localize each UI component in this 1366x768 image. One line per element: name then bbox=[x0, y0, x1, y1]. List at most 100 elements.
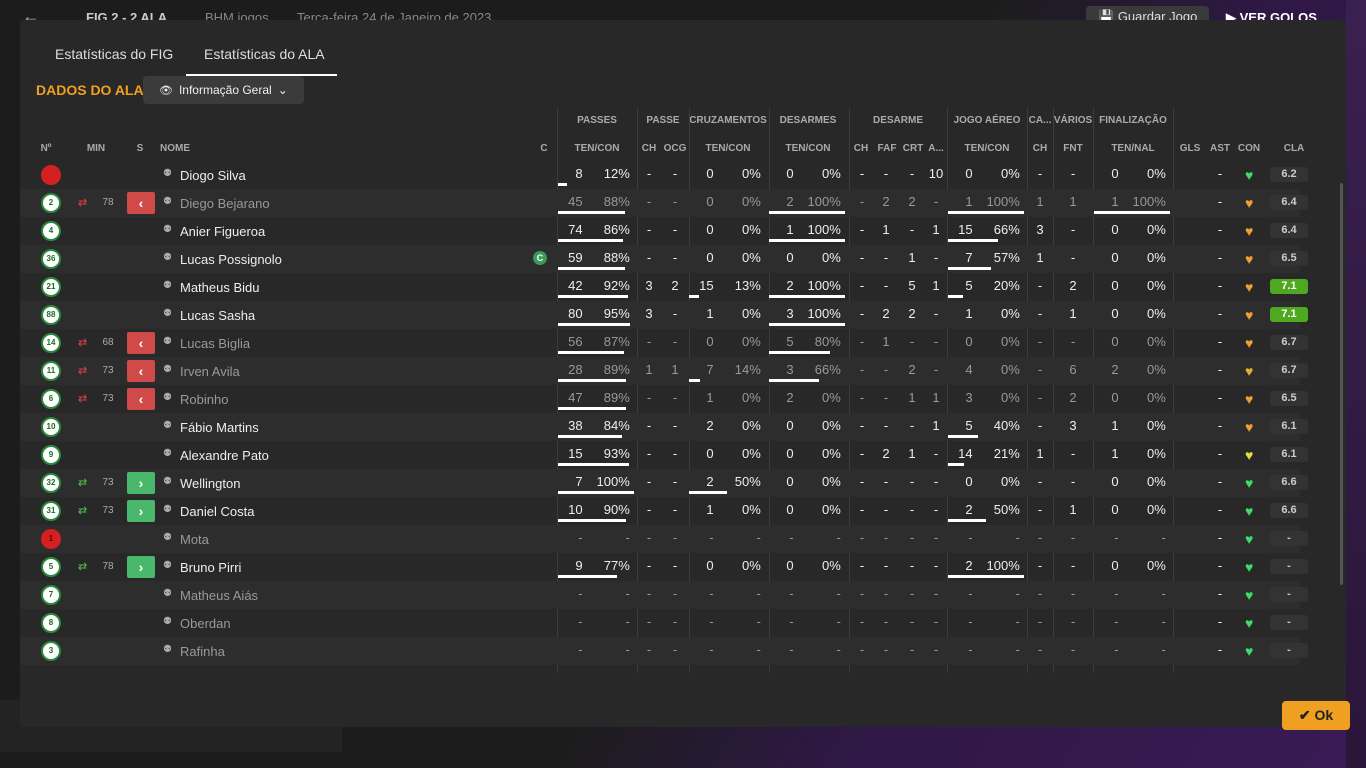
sub-in-icon: ⇄ bbox=[78, 505, 88, 517]
chevron-right-icon[interactable]: › bbox=[127, 556, 155, 578]
stat-cz-percent: 0% bbox=[742, 334, 761, 349]
player-name[interactable]: Lucas Biglia bbox=[180, 336, 250, 351]
stat-de-2: - bbox=[909, 614, 915, 629]
stat-cz-attempts: 2 bbox=[706, 418, 714, 433]
stat-pc-ch: 1 bbox=[645, 362, 653, 377]
stat-de-0: - bbox=[859, 642, 865, 657]
column-header-passes-tc[interactable]: TEN/CON bbox=[557, 143, 637, 154]
scrollbar[interactable] bbox=[1340, 183, 1343, 585]
stat-de-0: - bbox=[859, 166, 865, 181]
player-name[interactable]: Irven Avila bbox=[180, 364, 240, 379]
table-row[interactable]: 10 ⚉ Fábio Martins 38 84% - - 2 0% 0 0% - - - 1 5 40% - 3 1… bbox=[20, 413, 1308, 441]
table-row[interactable]: 32 ⇄ 73 › ⚉ Wellington 7 100% - - 2 50% 0 0% - - - - 0 0% - -… bbox=[20, 469, 1308, 497]
stat-pc-ch: - bbox=[646, 334, 652, 349]
stat-fn-percent: 0% bbox=[1147, 278, 1166, 293]
column-header-c[interactable]: C bbox=[537, 143, 551, 154]
column-header-ast[interactable]: AST bbox=[1208, 143, 1232, 154]
player-name[interactable]: Fábio Martins bbox=[180, 420, 259, 435]
table-row[interactable]: 36 ⚉ Lucas Possignolo C 59 88% - - 0 0% 0 0% - - 1 - 7 57… bbox=[20, 245, 1308, 273]
column-header-cruz-tc[interactable]: TEN/CON bbox=[688, 143, 768, 154]
player-name[interactable]: Wellington bbox=[180, 476, 240, 491]
player-rating: 6.7 bbox=[1270, 363, 1308, 378]
player-name[interactable]: Mota bbox=[180, 532, 209, 547]
table-row[interactable]: 21 ⚉ Matheus Bidu 42 92% 3 2 15 13% 2 100% - -5 1 5 20%… bbox=[20, 273, 1308, 301]
table-row[interactable]: 1 ⚉ Mota - - - - - - - - - - - - - - - - - - - ♥ - bbox=[20, 525, 1308, 553]
stat-ae-attempts: 3 bbox=[965, 390, 973, 405]
chevron-left-icon[interactable]: ‹ bbox=[127, 192, 155, 214]
stat-de-1: - bbox=[883, 614, 889, 629]
column-header-fin-tn[interactable]: TEN/NAL bbox=[1093, 143, 1173, 154]
chevron-right-icon[interactable]: › bbox=[127, 500, 155, 522]
player-name[interactable]: Daniel Costa bbox=[180, 504, 254, 519]
condition-heart-icon: ♥ bbox=[1245, 391, 1254, 407]
stat-ds-percent: 0% bbox=[822, 250, 841, 265]
player-name[interactable]: Oberdan bbox=[180, 616, 231, 631]
condition-heart-icon: ♥ bbox=[1245, 251, 1254, 267]
table-row[interactable]: 9 ⚉ Alexandre Pato 15 93% - - 0 0% 0 0% - 2 1 - 14 21% 1 -… bbox=[20, 441, 1308, 469]
view-dropdown[interactable]: 👁 Informação Geral ⌄ bbox=[143, 76, 304, 104]
stat-ast: - bbox=[1217, 418, 1223, 433]
column-header-varios-fnt[interactable]: FNT bbox=[1055, 143, 1091, 154]
column-header-min[interactable]: MIN bbox=[84, 143, 108, 154]
stat-cz-attempts: 1 bbox=[706, 390, 714, 405]
sub-in-icon: ⇄ bbox=[78, 477, 88, 489]
table-row[interactable]: 2 ⇄ 78 ‹ ⚉ Diego Bejarano 45 88% - - 0 0% 2 100% - 2 2 - 1… bbox=[20, 189, 1308, 217]
table-row[interactable]: 31 ⇄ 73 › ⚉ Daniel Costa 10 90% - -1 0% 0 0% - - - -2 50%… bbox=[20, 497, 1308, 525]
table-row[interactable]: 11 ⇄ 73 ‹ ⚉ Irven Avila 28 89% 1 1 7 14% 3 66% - -2-4 0%… bbox=[20, 357, 1308, 385]
stat-de-2: 2 bbox=[908, 194, 916, 209]
table-row[interactable]: 3 ⚉ Rafinha - - - - - - - - - - - - - - - - - - - ♥ - bbox=[20, 637, 1308, 665]
chevron-left-icon[interactable]: ‹ bbox=[127, 360, 155, 382]
column-header-desarme-a[interactable]: A... bbox=[926, 143, 946, 154]
column-header-con[interactable]: CON bbox=[1235, 143, 1263, 154]
column-header-nome[interactable]: NOME bbox=[160, 143, 220, 154]
player-name[interactable]: Matheus Bidu bbox=[180, 280, 260, 295]
column-header-desarme-faf[interactable]: FAF bbox=[876, 143, 898, 154]
player-name[interactable]: Lucas Sasha bbox=[180, 308, 255, 323]
stat-cz-percent: 0% bbox=[742, 166, 761, 181]
column-header-desarme-ch[interactable]: CH bbox=[852, 143, 870, 154]
table-row[interactable]: ⚉ Diogo Silva 8 12% - -0 0% 0 0% - - -10 0 0% - -0 0% - ♥ 6… bbox=[20, 161, 1308, 189]
tab-fig-stats[interactable]: Estatísticas do FIG bbox=[55, 46, 175, 76]
column-header-passe-ocg[interactable]: OCG bbox=[663, 143, 687, 154]
column-header-passe-ch[interactable]: CH bbox=[639, 143, 659, 154]
stat-ast: - bbox=[1217, 278, 1223, 293]
table-row[interactable]: 7 ⚉ Matheus Aiás - - - - - - - - - - - - - - - - - - - ♥ - bbox=[20, 581, 1308, 609]
chevron-left-icon[interactable]: ‹ bbox=[127, 332, 155, 354]
player-name[interactable]: Diego Bejarano bbox=[180, 196, 270, 211]
stat-cz-percent: 0% bbox=[742, 502, 761, 517]
player-name[interactable]: Bruno Pirri bbox=[180, 560, 241, 575]
table-row[interactable]: 88 ⚉ Lucas Sasha 80 95% 3-1 0% 3 100% -2 2-1 0% -1 0 0… bbox=[20, 301, 1308, 329]
shirt-number-icon: 11 bbox=[41, 361, 61, 381]
column-header-s[interactable]: S bbox=[132, 143, 148, 154]
player-name[interactable]: Rafinha bbox=[180, 644, 225, 659]
stat-de-3: 1 bbox=[932, 390, 940, 405]
player-name[interactable]: Anier Figueroa bbox=[180, 224, 265, 239]
ok-button[interactable]: ✔ Ok bbox=[1282, 701, 1350, 730]
player-name[interactable]: Lucas Possignolo bbox=[180, 252, 282, 267]
stat-p-bar bbox=[558, 407, 626, 410]
tab-ala-stats[interactable]: Estatísticas do ALA bbox=[186, 46, 337, 76]
column-header-desarme-crt[interactable]: CRT bbox=[902, 143, 924, 154]
player-name[interactable]: Robinho bbox=[180, 392, 228, 407]
column-header-aereo-tc[interactable]: TEN/CON bbox=[947, 143, 1027, 154]
table-row[interactable]: 6 ⇄ 73 ‹ ⚉ Robinho 47 89% - - 1 0% 2 0% - - 1 1 3 0% - 2 0 0% - ♥… bbox=[20, 385, 1308, 413]
chevron-right-icon[interactable]: › bbox=[127, 472, 155, 494]
player-name[interactable]: Diogo Silva bbox=[180, 168, 246, 183]
player-name[interactable]: Matheus Aiás bbox=[180, 588, 258, 603]
stat-fnt: 1 bbox=[1069, 194, 1077, 209]
table-row[interactable]: 5 ⇄ 78 › ⚉ Bruno Pirri 9 77% - - 0 0% 0 0% - - - - 2 100% - -… bbox=[20, 553, 1308, 581]
stat-de-2: 1 bbox=[908, 390, 916, 405]
stat-ae-bar bbox=[948, 463, 964, 466]
column-header-no[interactable]: Nº bbox=[34, 143, 58, 154]
sub-out-icon: ⇄ bbox=[78, 337, 88, 349]
column-header-ca-ch[interactable]: CH bbox=[1028, 143, 1052, 154]
table-row[interactable]: 14 ⇄ 68 ‹ ⚉ Lucas Biglia 56 87% - - 0 0% 5 80% - 1 - - 0 0%… bbox=[20, 329, 1308, 357]
chevron-left-icon[interactable]: ‹ bbox=[127, 388, 155, 410]
table-row[interactable]: 8 ⚉ Oberdan - - - - - - - - - - - - - - - - - - - ♥ - bbox=[20, 609, 1308, 637]
table-row[interactable]: 4 ⚉ Anier Figueroa 74 86% - - 0 0% 1 100% - 1 - 1 15 66%… bbox=[20, 217, 1308, 245]
column-header-cla[interactable]: CLA bbox=[1275, 143, 1313, 154]
stat-fnt: - bbox=[1070, 586, 1076, 601]
column-header-des-tc[interactable]: TEN/CON bbox=[768, 143, 848, 154]
column-header-gls[interactable]: GLS bbox=[1177, 143, 1203, 154]
player-name[interactable]: Alexandre Pato bbox=[180, 448, 269, 463]
